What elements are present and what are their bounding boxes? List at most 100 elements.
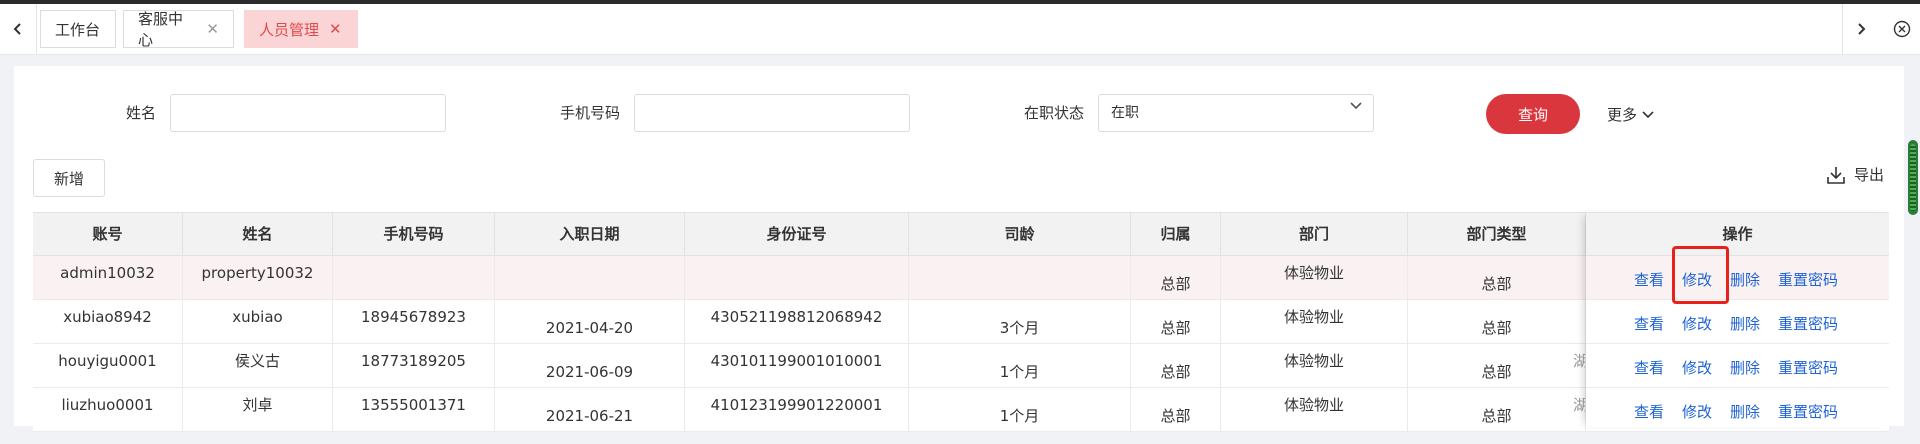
col-header-name: 姓名 <box>183 213 333 257</box>
cell-phone: 13555001371 <box>333 388 495 431</box>
tab-customer-service[interactable]: 客服中心 ✕ <box>123 10 234 49</box>
cell-tenure: 1个月 <box>909 344 1131 387</box>
cell-account: admin10032 <box>33 256 183 299</box>
edit-link[interactable]: 修改 <box>1682 313 1712 334</box>
tab-bar: 工作台 客服中心 ✕ 人员管理 ✕ <box>0 4 1920 55</box>
cell-phone: 18773189205 <box>333 344 495 387</box>
tab-scroll-left-button[interactable] <box>0 4 37 54</box>
cell-hire-date: 2021-06-09 <box>495 344 685 387</box>
cell-id-number: 410123199901220001 <box>685 388 909 431</box>
col-header-department: 部门 <box>1221 213 1408 257</box>
scrollbar-thumb[interactable] <box>1910 144 1916 211</box>
cell-clipped: 湖 <box>1573 352 1585 370</box>
tab-workbench[interactable]: 工作台 <box>40 10 116 48</box>
cell-account: liuzhuo0001 <box>33 388 183 431</box>
reset-password-link[interactable]: 重置密码 <box>1778 357 1838 378</box>
delete-link[interactable]: 删除 <box>1730 269 1760 290</box>
cell-dept-type: 总部 <box>1408 256 1586 299</box>
cell-affiliation: 总部 <box>1131 388 1221 431</box>
edit-link[interactable]: 修改 <box>1682 401 1712 422</box>
cell-affiliation: 总部 <box>1131 256 1221 299</box>
cell-account: xubiao8942 <box>33 300 183 343</box>
phone-input[interactable] <box>634 94 910 132</box>
cell-department: 体验物业 <box>1221 300 1408 343</box>
close-icon[interactable]: ✕ <box>329 20 342 38</box>
cell-affiliation: 总部 <box>1131 300 1221 343</box>
close-all-tabs-button[interactable] <box>1888 4 1916 54</box>
circle-close-icon <box>1893 20 1911 38</box>
cell-actions: 查看 修改 删除 重置密码 <box>1586 300 1889 343</box>
cell-department: 体验物业 <box>1221 256 1408 299</box>
export-button[interactable]: 导出 <box>1826 164 1884 185</box>
status-select[interactable]: 在职 <box>1098 94 1374 132</box>
delete-link[interactable]: 删除 <box>1730 401 1760 422</box>
view-link[interactable]: 查看 <box>1634 269 1664 290</box>
tab-personnel-management[interactable]: 人员管理 ✕ <box>244 10 358 48</box>
cell-id-number: 430521198812068942 <box>685 300 909 343</box>
vertical-scrollbar[interactable] <box>1908 140 1918 215</box>
cell-hire-date <box>495 256 685 299</box>
chevron-down-icon <box>1642 110 1654 118</box>
view-link[interactable]: 查看 <box>1634 313 1664 334</box>
cell-hire-date: 2021-06-21 <box>495 388 685 431</box>
name-filter-label: 姓名 <box>125 104 156 122</box>
col-header-id-number: 身份证号 <box>685 213 909 257</box>
cell-actions: 查看 修改 删除 重置密码 <box>1586 344 1889 387</box>
cell-dept-type: 总部 <box>1408 388 1586 431</box>
table-row: liuzhuo0001 刘卓 13555001371 2021-06-21 41… <box>33 388 1889 432</box>
delete-link[interactable]: 删除 <box>1730 313 1760 334</box>
more-label: 更多 <box>1607 106 1638 124</box>
tab-label: 人员管理 <box>259 20 320 39</box>
edit-link[interactable]: 修改 <box>1682 357 1712 378</box>
cell-department: 体验物业 <box>1221 344 1408 387</box>
col-header-affiliation: 归属 <box>1131 213 1221 257</box>
cell-tenure: 3个月 <box>909 300 1131 343</box>
table-header: 账号 姓名 手机号码 入职日期 身份证号 司龄 归属 部门 部门类型 操作 <box>33 212 1889 257</box>
query-button[interactable]: 查询 <box>1486 94 1580 134</box>
cell-account: houyigu0001 <box>33 344 183 387</box>
cell-name: 刘卓 <box>183 388 333 431</box>
cell-clipped: 湖 <box>1573 396 1585 414</box>
phone-filter-label: 手机号码 <box>559 104 620 122</box>
view-link[interactable]: 查看 <box>1634 401 1664 422</box>
cell-id-number <box>685 256 909 299</box>
more-filters-toggle[interactable]: 更多 <box>1607 104 1655 125</box>
chevron-down-icon <box>1350 102 1362 110</box>
cell-tenure: 1个月 <box>909 388 1131 431</box>
table-row: xubiao8942 xubiao 18945678923 2021-04-20… <box>33 300 1889 344</box>
cell-name: xubiao <box>183 300 333 343</box>
col-header-hire-date: 入职日期 <box>495 213 685 257</box>
cell-phone: 18945678923 <box>333 300 495 343</box>
cell-actions: 查看 修改 删除 重置密码 <box>1586 256 1889 299</box>
col-header-tenure: 司龄 <box>909 213 1131 257</box>
cell-phone <box>333 256 495 299</box>
cell-name: 侯义古 <box>183 344 333 387</box>
status-select-value: 在职 <box>1111 105 1139 121</box>
cell-department: 体验物业 <box>1221 388 1408 431</box>
edit-link[interactable]: 修改 <box>1682 269 1712 290</box>
tab-label: 客服中心 <box>138 10 184 49</box>
export-label: 导出 <box>1854 166 1885 184</box>
cell-tenure <box>909 256 1131 299</box>
download-icon <box>1827 166 1845 184</box>
col-header-dept-type: 部门类型 <box>1408 213 1586 257</box>
reset-password-link[interactable]: 重置密码 <box>1778 269 1838 290</box>
table-row: houyigu0001 侯义古 18773189205 2021-06-09 4… <box>33 344 1889 388</box>
delete-link[interactable]: 删除 <box>1730 357 1760 378</box>
name-input[interactable] <box>170 94 446 132</box>
col-header-actions: 操作 <box>1722 225 1753 243</box>
status-filter-label: 在职状态 <box>1023 104 1084 122</box>
tab-scroll-right-button[interactable] <box>1842 4 1879 54</box>
view-link[interactable]: 查看 <box>1634 357 1664 378</box>
col-header-account: 账号 <box>33 213 183 257</box>
col-header-phone: 手机号码 <box>333 213 495 257</box>
cell-hire-date: 2021-04-20 <box>495 300 685 343</box>
cell-id-number: 430101199001010001 <box>685 344 909 387</box>
close-icon[interactable]: ✕ <box>206 20 219 38</box>
reset-password-link[interactable]: 重置密码 <box>1778 401 1838 422</box>
cell-affiliation: 总部 <box>1131 344 1221 387</box>
chevron-left-icon <box>13 23 21 35</box>
reset-password-link[interactable]: 重置密码 <box>1778 313 1838 334</box>
tab-label: 工作台 <box>55 20 101 39</box>
add-button[interactable]: 新增 <box>33 159 105 197</box>
